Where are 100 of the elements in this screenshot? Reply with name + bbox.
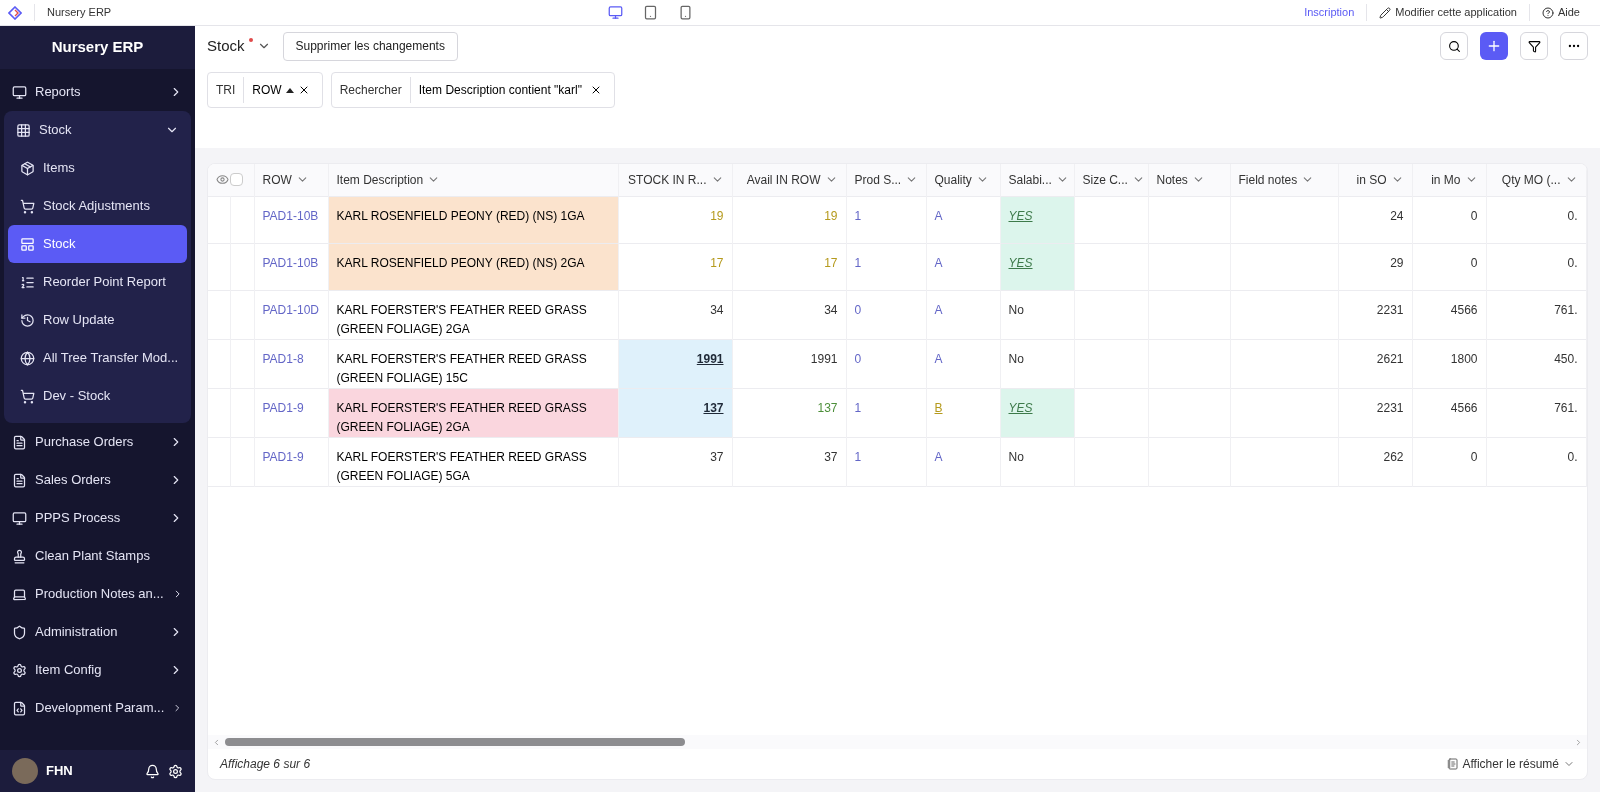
description-cell: KARL ROSENFIELD PEONY (RED) (NS) 1GA [328, 196, 618, 243]
description-cell: KARL FOERSTER'S FEATHER REED GRASS (GREEN FOLIAGE) 2GA [328, 290, 618, 339]
sidebar-item[interactable]: Development Param... [0, 689, 195, 727]
sidebar-item[interactable]: Sales Orders [0, 461, 195, 499]
sidebar-subitem[interactable]: Dev - Stock [8, 377, 187, 415]
search-label: Rechercher [339, 82, 402, 99]
in-so-value: 2231 [1376, 400, 1404, 415]
user-name: FHN [46, 762, 74, 781]
globe-icon [20, 350, 35, 366]
quality-value: A [934, 351, 943, 366]
salability-cell: No [1000, 339, 1074, 388]
scrollbar-thumb[interactable] [225, 738, 685, 746]
history-icon [20, 312, 35, 328]
avatar[interactable] [12, 758, 38, 784]
avail-value: 19 [824, 208, 838, 223]
list-icon [20, 274, 35, 290]
eye-icon[interactable] [216, 173, 229, 187]
quality-value: A [934, 302, 943, 317]
search-icon [1447, 39, 1461, 53]
sidebar-title: Nursery ERP [0, 26, 195, 69]
monitor-icon [12, 510, 27, 526]
sidebar-subitem[interactable]: Row Update [8, 301, 187, 339]
in-mo-value: 4566 [1450, 400, 1478, 415]
shield-icon [12, 624, 27, 640]
qty-mo-value: 0. [1567, 255, 1578, 270]
sidebar-subitem[interactable]: Stock Adjustments [8, 187, 187, 225]
sidebar-item[interactable]: Administration [0, 613, 195, 651]
show-summary-button[interactable]: Afficher le résumé [1446, 755, 1575, 773]
qty-mo-value: 0. [1567, 208, 1578, 223]
stock-cell[interactable]: 1991 [618, 339, 732, 388]
help-icon [1541, 6, 1554, 19]
quality-value: A [934, 208, 943, 223]
salability-cell[interactable]: YES [1000, 388, 1074, 437]
sidebar-item[interactable]: Item Config [0, 651, 195, 689]
qty-mo-value: 761. [1554, 302, 1578, 317]
qty-mo-value: 450. [1554, 351, 1578, 366]
sidebar-item[interactable]: Production Notes an... [0, 575, 195, 613]
row-link[interactable]: PAD1-8 [262, 351, 304, 366]
tablet-icon[interactable] [643, 5, 658, 20]
gear-icon [12, 662, 27, 678]
row-link[interactable]: PAD1-10D [262, 302, 319, 317]
row-link[interactable]: PAD1-10B [262, 208, 319, 223]
sidebar-item[interactable]: Purchase Orders [0, 423, 195, 461]
add-button[interactable] [1480, 32, 1508, 60]
in-mo-value: 0 [1470, 255, 1478, 270]
filter-button[interactable] [1520, 32, 1548, 60]
search-chip[interactable]: Item Description contient "karl" [409, 77, 606, 103]
stock-cell: 19 [618, 196, 732, 243]
salability-cell[interactable]: YES [1000, 243, 1074, 290]
sidebar-item[interactable]: Stock [4, 111, 191, 149]
checkbox[interactable] [230, 173, 243, 187]
sidebar-subitem[interactable]: Stock [8, 225, 187, 263]
filter-icon [1527, 39, 1541, 53]
row-link[interactable]: PAD1-10B [262, 255, 319, 270]
qty-mo-value: 761. [1554, 400, 1578, 415]
row-link[interactable]: PAD1-9 [262, 449, 304, 464]
in-mo-value: 1800 [1450, 351, 1478, 366]
settings-icon[interactable] [168, 763, 183, 779]
table-icon [20, 236, 35, 252]
phone-icon[interactable] [678, 5, 693, 20]
salability-cell[interactable]: YES [1000, 196, 1074, 243]
description-cell: KARL ROSENFIELD PEONY (RED) (NS) 2GA [328, 243, 618, 290]
monitor-icon [12, 84, 27, 100]
sidebar-subitem[interactable]: Reorder Point Report [8, 263, 187, 301]
in-mo-value: 0 [1470, 208, 1478, 223]
grid-icon [16, 122, 31, 138]
quality-value: A [934, 255, 943, 270]
salability-cell: No [1000, 437, 1074, 486]
prod-value: 1 [854, 208, 862, 223]
avail-value: 137 [817, 400, 838, 415]
desktop-icon[interactable] [608, 5, 623, 20]
prod-value: 0 [854, 351, 862, 366]
sidebar-item[interactable]: PPPS Process [0, 499, 195, 537]
sidebar-subitem[interactable]: Items [8, 149, 187, 187]
box-icon [20, 160, 35, 176]
in-mo-value: 0 [1470, 449, 1478, 464]
cart-icon [20, 198, 35, 214]
plus-icon [1486, 38, 1502, 54]
in-so-value: 24 [1390, 208, 1404, 223]
row-link[interactable]: PAD1-9 [262, 400, 304, 415]
prod-value: 0 [854, 302, 862, 317]
sidebar-item[interactable]: Clean Plant Stamps [0, 537, 195, 575]
quality-value: A [934, 449, 943, 464]
cart-icon [20, 388, 35, 404]
in-mo-value: 4566 [1450, 302, 1478, 317]
search-button[interactable] [1440, 32, 1468, 60]
edit-app-link[interactable]: Modifier cette application [1395, 4, 1517, 21]
stock-cell[interactable]: 137 [618, 388, 732, 437]
sort-chip[interactable]: ROW [243, 77, 314, 103]
bell-icon[interactable] [145, 763, 160, 779]
stock-cell: 17 [618, 243, 732, 290]
in-so-value: 2621 [1376, 351, 1404, 366]
in-so-value: 2231 [1376, 302, 1404, 317]
sidebar-item[interactable]: Reports [0, 73, 195, 111]
help-link[interactable]: Aide [1557, 4, 1580, 21]
page-title: Stock [207, 35, 245, 56]
discard-changes-button[interactable]: Supprimer les changements [282, 31, 458, 61]
signup-link[interactable]: Inscription [1292, 4, 1367, 21]
code-file-icon [12, 700, 27, 716]
sidebar-subitem[interactable]: All Tree Transfer Mod... [8, 339, 187, 377]
